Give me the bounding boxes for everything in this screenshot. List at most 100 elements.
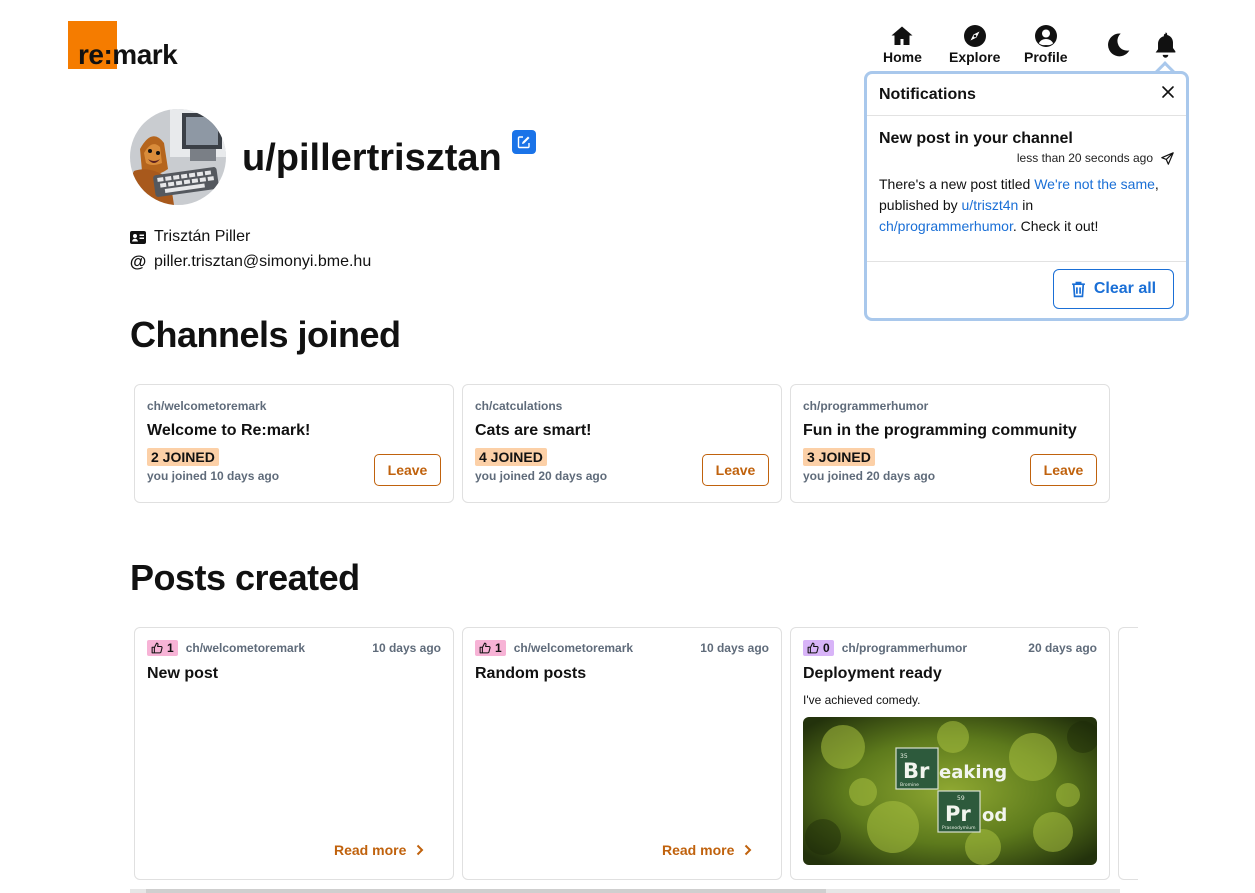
nav-home-label: Home [883, 49, 922, 65]
word1: eaking [939, 762, 1007, 783]
clear-all-label: Clear all [1093, 280, 1157, 297]
post-meta: 1 ch/welcometoremark 10 days ago [147, 640, 441, 656]
channel-name[interactable]: ch/programmerhumor [803, 399, 1097, 413]
read-more-label: Read more [662, 842, 735, 858]
post-date: 10 days ago [700, 641, 769, 655]
notifications-button[interactable] [1153, 31, 1178, 63]
notifications-popover: Notifications New post in your channel l… [864, 71, 1189, 321]
element1-symbol: Br [903, 759, 930, 783]
post-meta: 1 ch/welcometoremark 10 days ago [475, 640, 769, 656]
notifications-title: Notifications [879, 86, 976, 103]
profile-email-row: @ piller.trisztan@simonyi.bme.hu [129, 252, 372, 272]
nav-profile-label: Profile [1024, 49, 1068, 65]
avatar [130, 109, 226, 205]
like-button[interactable]: 1 [147, 640, 178, 656]
element1-name: Bromine [900, 782, 919, 788]
notification-text-part: . Check it out! [1012, 218, 1099, 234]
read-more-link[interactable]: Read more [334, 842, 424, 858]
like-count: 0 [823, 641, 830, 655]
notification-title: New post in your channel [879, 130, 1073, 147]
moon-icon [1108, 33, 1130, 57]
clear-all-button[interactable]: Clear all [1053, 269, 1174, 309]
members-badge: 4 JOINED [475, 448, 547, 466]
profile-fullname: Trisztán Piller [154, 228, 251, 245]
channel-title: Welcome to Re:mark! [147, 422, 311, 439]
post-meta: 0 ch/programmerhumor 20 days ago [803, 640, 1097, 656]
post-channel[interactable]: ch/programmerhumor [842, 641, 967, 655]
notification-channel-link[interactable]: ch/programmerhumor [879, 218, 1013, 234]
leave-button[interactable]: Leave [702, 454, 769, 486]
avatar-image [130, 109, 226, 205]
notification-text: There's a new post titled We're not the … [879, 174, 1174, 237]
compass-icon [963, 25, 986, 47]
notification-time: less than 20 seconds ago [1016, 151, 1153, 165]
post-channel[interactable]: ch/welcometoremark [514, 641, 633, 655]
edit-profile-button[interactable] [512, 130, 536, 154]
element2-symbol: Pr [945, 802, 971, 826]
notification-text-part: in [1018, 197, 1034, 213]
post-image[interactable]: 35 Br Bromine eaking 59 Pr Praseodymium … [803, 717, 1097, 865]
notification-user-link[interactable]: u/triszt4n [962, 197, 1019, 213]
notifications-footer: Clear all [867, 262, 1186, 318]
post-date: 20 days ago [1028, 641, 1097, 655]
logo-text: re:mark [78, 39, 178, 70]
chevron-right-icon [417, 844, 424, 856]
thumbs-up-icon [807, 642, 819, 654]
profile-fullname-row: Trisztán Piller [130, 228, 250, 246]
post-card[interactable]: 1 ch/welcometoremark 10 days ago New pos… [134, 627, 454, 880]
nav-explore-label: Explore [949, 49, 1001, 65]
nav-explore[interactable]: Explore [949, 24, 1000, 65]
like-count: 1 [167, 641, 174, 655]
bell-icon [1155, 32, 1176, 58]
thumbs-up-icon [479, 642, 491, 654]
leave-button[interactable]: Leave [1030, 454, 1097, 486]
nav-profile[interactable]: Profile [1024, 24, 1068, 65]
channel-card[interactable]: ch/programmerhumor Fun in the programmin… [790, 384, 1110, 503]
theme-toggle-button[interactable] [1105, 32, 1131, 63]
user-circle-icon [1034, 25, 1057, 47]
notifications-header: Notifications [867, 74, 1186, 116]
notification-time-row: less than 20 seconds ago [879, 151, 1174, 165]
notification-text-part: There's a new post titled [879, 176, 1035, 192]
post-title: Deployment ready [803, 665, 942, 682]
channel-card[interactable]: ch/catculations Cats are smart! 4 JOINED… [462, 384, 782, 503]
post-description: I've achieved comedy. [803, 693, 921, 707]
thumbs-up-icon [151, 642, 163, 654]
leave-button[interactable]: Leave [374, 454, 441, 486]
post-title: Random posts [475, 665, 587, 682]
channel-card[interactable]: ch/welcometoremark Welcome to Re:mark! 2… [134, 384, 454, 503]
scrollbar-thumb[interactable] [146, 889, 826, 893]
channel-name[interactable]: ch/catculations [475, 399, 769, 413]
posts-section-title: Posts created [130, 557, 360, 598]
notification-item[interactable]: New post in your channel less than 20 se… [867, 116, 1186, 262]
post-title: New post [147, 665, 219, 682]
horizontal-scrollbar[interactable] [130, 889, 1120, 893]
read-more-link[interactable]: Read more [662, 842, 752, 858]
notification-post-link[interactable]: We're not the same [1034, 176, 1155, 192]
home-icon [891, 26, 913, 45]
element2-name: Praseodymium [942, 825, 976, 831]
post-card-partial[interactable] [1118, 627, 1138, 880]
post-card[interactable]: 1 ch/welcometoremark 10 days ago Random … [462, 627, 782, 880]
close-icon[interactable] [1160, 84, 1176, 100]
channel-title: Cats are smart! [475, 422, 592, 439]
post-date: 10 days ago [372, 641, 441, 655]
breaking-bad-meme-image: 35 Br Bromine eaking 59 Pr Praseodymium … [803, 717, 1097, 865]
channels-section-title: Channels joined [130, 314, 401, 355]
profile-email: piller.trisztan@simonyi.bme.hu [154, 253, 372, 270]
post-card[interactable]: 0 ch/programmerhumor 20 days ago Deploym… [790, 627, 1110, 880]
element2-number: 59 [957, 795, 965, 802]
channel-name[interactable]: ch/welcometoremark [147, 399, 441, 413]
like-button[interactable]: 0 [803, 640, 834, 656]
nav-home[interactable]: Home [883, 24, 922, 65]
id-card-icon [130, 230, 146, 244]
post-channel[interactable]: ch/welcometoremark [186, 641, 305, 655]
channel-title: Fun in the programming community [803, 422, 1077, 439]
at-icon: @ [129, 252, 147, 271]
like-count: 1 [495, 641, 502, 655]
like-button[interactable]: 1 [475, 640, 506, 656]
chevron-right-icon [745, 844, 752, 856]
profile-username: u/pillertrisztan [242, 137, 502, 179]
members-badge: 3 JOINED [803, 448, 875, 466]
word2: od [982, 805, 1007, 826]
